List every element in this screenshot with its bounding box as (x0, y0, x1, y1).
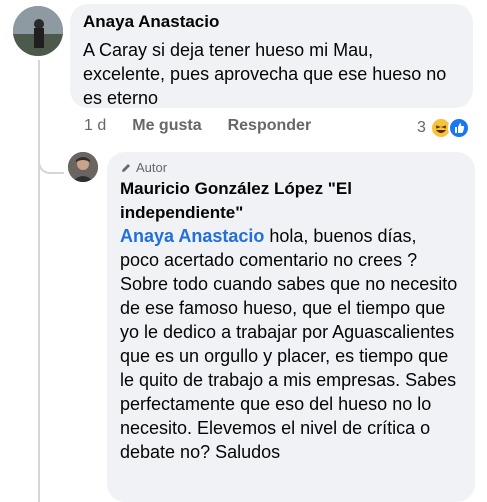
reply-button[interactable]: Responder (228, 117, 312, 135)
comment-text: A Caray si deja tener hueso mi Mau, exce… (83, 40, 447, 108)
author-badge: Autor (120, 160, 167, 175)
reply-body: hola, buenos días, poco acertado comenta… (120, 226, 458, 462)
comment-author[interactable]: Anaya Anastacio (83, 12, 219, 32)
like-reaction-icon (447, 117, 470, 139)
avatar[interactable] (13, 6, 63, 56)
reaction-count: 3 (417, 119, 426, 136)
reactions-summary[interactable]: 3 (417, 115, 470, 141)
thread-connector-line (38, 60, 40, 502)
pencil-icon (122, 163, 130, 172)
reply-author[interactable]: Mauricio González López "El independient… (120, 177, 460, 225)
user-photo-icon (13, 6, 63, 56)
like-button[interactable]: Me gusta (132, 117, 201, 135)
mention-link[interactable]: Anaya Anastacio (120, 226, 264, 246)
avatar[interactable] (68, 152, 98, 182)
comment-timestamp[interactable]: 1 d (84, 117, 106, 135)
reply-text: Anaya Anastacio hola, buenos días, poco … (120, 224, 460, 464)
author-badge-label: Autor (136, 160, 168, 175)
comment-actions: 1 d Me gusta Responder (84, 117, 311, 135)
thread-branch-line (38, 160, 64, 174)
user-photo-icon (68, 152, 98, 182)
